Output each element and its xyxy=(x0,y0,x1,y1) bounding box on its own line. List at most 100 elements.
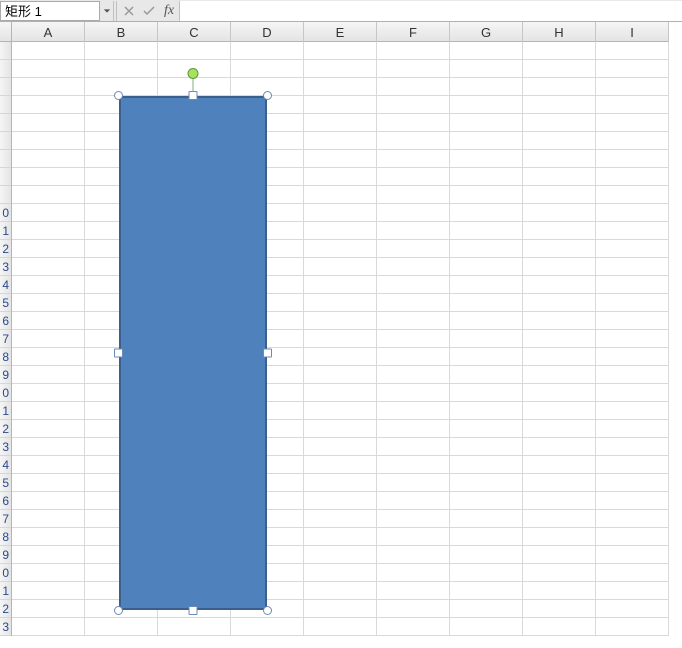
cell[interactable] xyxy=(523,366,596,384)
cell[interactable] xyxy=(377,222,450,240)
cell[interactable] xyxy=(304,240,377,258)
cell[interactable] xyxy=(596,456,669,474)
cell[interactable] xyxy=(596,546,669,564)
cell[interactable] xyxy=(450,456,523,474)
cell[interactable] xyxy=(596,492,669,510)
cell[interactable] xyxy=(12,330,85,348)
cell[interactable] xyxy=(523,492,596,510)
col-header-D[interactable]: D xyxy=(231,22,304,42)
row-header[interactable] xyxy=(0,168,11,186)
cell[interactable] xyxy=(523,186,596,204)
shape-rectangle[interactable] xyxy=(119,96,267,610)
cell[interactable] xyxy=(12,240,85,258)
select-all-corner[interactable] xyxy=(0,22,12,42)
cell[interactable] xyxy=(12,78,85,96)
cell[interactable] xyxy=(596,402,669,420)
cell[interactable] xyxy=(450,528,523,546)
cells-area[interactable] xyxy=(12,42,669,636)
resize-handle-se[interactable] xyxy=(263,606,272,615)
cell[interactable] xyxy=(596,510,669,528)
cell[interactable] xyxy=(377,402,450,420)
cell[interactable] xyxy=(450,186,523,204)
cell[interactable] xyxy=(377,132,450,150)
resize-handle-sw[interactable] xyxy=(114,606,123,615)
cell[interactable] xyxy=(377,420,450,438)
cell[interactable] xyxy=(377,564,450,582)
cell[interactable] xyxy=(523,258,596,276)
cell[interactable] xyxy=(304,618,377,636)
cell[interactable] xyxy=(304,528,377,546)
cancel-button[interactable] xyxy=(119,1,139,21)
cell[interactable] xyxy=(304,60,377,78)
cell[interactable] xyxy=(12,510,85,528)
row-header[interactable] xyxy=(0,186,11,204)
cell[interactable] xyxy=(304,114,377,132)
insert-function-button[interactable]: fx xyxy=(159,1,179,21)
cell[interactable] xyxy=(377,114,450,132)
row-header[interactable]: 3 xyxy=(0,618,11,636)
cell[interactable] xyxy=(523,114,596,132)
cell[interactable] xyxy=(523,294,596,312)
cell[interactable] xyxy=(304,186,377,204)
cell[interactable] xyxy=(596,276,669,294)
cell[interactable] xyxy=(12,438,85,456)
row-header[interactable]: 0 xyxy=(0,564,11,582)
cell[interactable] xyxy=(304,600,377,618)
resize-handle-s[interactable] xyxy=(189,606,198,615)
cell[interactable] xyxy=(450,114,523,132)
cell[interactable] xyxy=(12,168,85,186)
cell[interactable] xyxy=(450,276,523,294)
col-header-H[interactable]: H xyxy=(523,22,596,42)
row-header[interactable]: 9 xyxy=(0,546,11,564)
row-header[interactable] xyxy=(0,150,11,168)
cell[interactable] xyxy=(596,618,669,636)
row-header[interactable]: 8 xyxy=(0,348,11,366)
cell[interactable] xyxy=(596,438,669,456)
cell[interactable] xyxy=(12,96,85,114)
cell[interactable] xyxy=(12,186,85,204)
cell[interactable] xyxy=(304,222,377,240)
cell[interactable] xyxy=(377,348,450,366)
cell[interactable] xyxy=(450,78,523,96)
cell[interactable] xyxy=(304,546,377,564)
name-box[interactable]: 矩形 1 xyxy=(0,1,100,21)
row-header[interactable]: 2 xyxy=(0,420,11,438)
cell[interactable] xyxy=(377,258,450,276)
cell[interactable] xyxy=(12,582,85,600)
resize-handle-w[interactable] xyxy=(114,349,123,358)
cell[interactable] xyxy=(12,600,85,618)
row-header[interactable]: 0 xyxy=(0,384,11,402)
cell[interactable] xyxy=(596,186,669,204)
cell[interactable] xyxy=(12,618,85,636)
cell[interactable] xyxy=(523,600,596,618)
cell[interactable] xyxy=(523,402,596,420)
cell[interactable] xyxy=(596,564,669,582)
cell[interactable] xyxy=(523,564,596,582)
cell[interactable] xyxy=(304,258,377,276)
cell[interactable] xyxy=(377,294,450,312)
cell[interactable] xyxy=(12,384,85,402)
cell[interactable] xyxy=(12,114,85,132)
cell[interactable] xyxy=(12,528,85,546)
cell[interactable] xyxy=(596,474,669,492)
cell[interactable] xyxy=(523,510,596,528)
row-header[interactable] xyxy=(0,114,11,132)
cell[interactable] xyxy=(12,222,85,240)
cell[interactable] xyxy=(523,582,596,600)
resize-handle-ne[interactable] xyxy=(263,91,272,100)
cell[interactable] xyxy=(377,438,450,456)
row-header[interactable]: 8 xyxy=(0,528,11,546)
resize-handle-nw[interactable] xyxy=(114,91,123,100)
cell[interactable] xyxy=(450,546,523,564)
cell[interactable] xyxy=(377,150,450,168)
row-header[interactable]: 0 xyxy=(0,204,11,222)
cell[interactable] xyxy=(523,384,596,402)
col-header-A[interactable]: A xyxy=(12,22,85,42)
resize-handle-n[interactable] xyxy=(189,91,198,100)
cell[interactable] xyxy=(377,60,450,78)
cell[interactable] xyxy=(450,204,523,222)
cell[interactable] xyxy=(12,402,85,420)
cell[interactable] xyxy=(12,258,85,276)
cell[interactable] xyxy=(523,204,596,222)
cell[interactable] xyxy=(596,60,669,78)
